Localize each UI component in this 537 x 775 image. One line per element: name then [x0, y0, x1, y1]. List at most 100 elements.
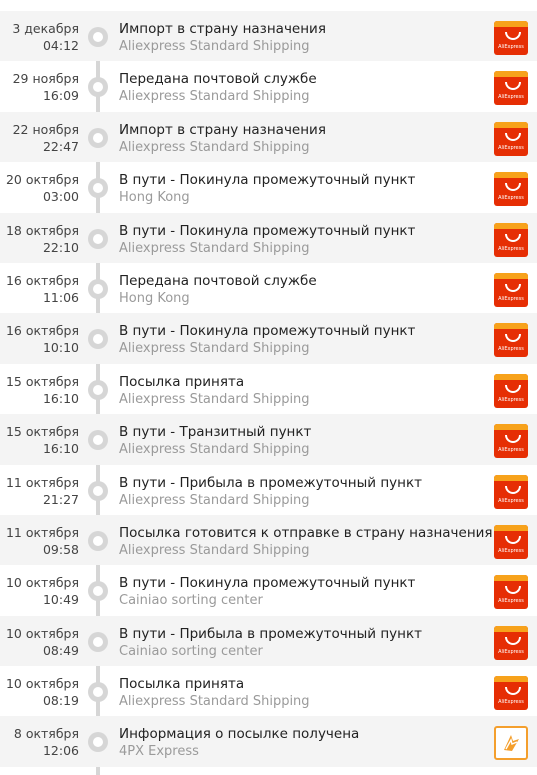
- event-date: 16 октября: [5, 323, 79, 339]
- timeline-dot-icon: [88, 178, 108, 199]
- logo-text: AliExpress: [498, 497, 524, 504]
- timeline-dot-icon: [88, 77, 108, 98]
- event-status: В пути - Транзитный пункт: [119, 424, 312, 441]
- tracking-event-list: 3 декабря 04:12 Импорт в страну назначен…: [0, 11, 537, 767]
- logo-text: AliExpress: [498, 195, 524, 202]
- timeline-dot-icon: [88, 530, 108, 551]
- event-info: Посылка готовится к отправке в страну на…: [119, 524, 493, 560]
- tracking-event-row: 16 октября 11:06 Передана почтовой служб…: [0, 263, 537, 313]
- aliexpress-logo-icon: AliExpress: [494, 222, 528, 257]
- aliexpress-logo-icon: AliExpress: [494, 71, 528, 106]
- event-date: 16 октября: [5, 272, 79, 288]
- event-status: Импорт в страну назначения: [119, 21, 326, 37]
- event-status: Передана почтовой службе: [119, 71, 317, 88]
- event-date: 8 октября: [13, 726, 79, 742]
- event-info: Импорт в страну назначения Aliexpress St…: [119, 20, 477, 56]
- logo-text: AliExpress: [498, 648, 524, 655]
- aliexpress-logo-icon: AliExpress: [494, 625, 528, 660]
- event-time: 16:10: [42, 390, 79, 406]
- tracking-event-row: 10 октября 08:49 В пути - Прибыла в пром…: [0, 615, 537, 667]
- event-time: 04:12: [42, 38, 79, 53]
- tracking-event-row: 15 октября 16:10 Посылка принята Aliexpr…: [0, 364, 537, 414]
- event-datetime: 15 октября 16:10: [0, 423, 79, 457]
- event-location: Aliexpress Standard Shipping: [119, 139, 310, 155]
- event-datetime: 10 октября 10:49: [0, 574, 79, 608]
- event-info: Посылка принята Aliexpress Standard Ship…: [119, 373, 477, 409]
- logo-text: AliExpress: [498, 94, 524, 101]
- event-location: Aliexpress Standard Shipping: [119, 391, 310, 407]
- timeline-dot-icon: [88, 631, 108, 652]
- event-datetime: 16 октября 11:06: [0, 272, 79, 306]
- event-date: 22 ноября: [12, 121, 79, 137]
- logo-text: AliExpress: [498, 447, 524, 454]
- event-datetime: 15 октября 16:10: [0, 373, 79, 407]
- event-location: Hong Kong: [119, 190, 190, 206]
- event-time: 10:10: [42, 340, 79, 356]
- event-date: 15 октября: [5, 424, 79, 440]
- event-datetime: 16 октября 10:10: [0, 322, 79, 356]
- event-status: В пути - Покинула промежуточный пункт: [119, 222, 416, 239]
- event-info: Импорт в страну назначения Aliexpress St…: [119, 121, 477, 157]
- tracking-event-row: 16 октября 10:10 В пути - Покинула проме…: [0, 313, 537, 364]
- event-time: 12:06: [42, 743, 79, 759]
- event-time: 16:10: [42, 441, 79, 457]
- event-location: Cainiao sorting center: [119, 593, 263, 609]
- event-time: 09:58: [42, 541, 79, 557]
- event-info: В пути - Покинула промежуточный пункт Ca…: [119, 574, 477, 610]
- event-info: Передана почтовой службе Aliexpress Stan…: [119, 70, 477, 106]
- event-status: Передана почтовой службе: [119, 272, 317, 289]
- event-date: 18 октября: [5, 222, 79, 238]
- event-status: В пути - Покинула промежуточный пункт: [119, 575, 416, 592]
- event-date: 10 октября: [5, 625, 79, 641]
- event-location: Aliexpress Standard Shipping: [119, 341, 310, 357]
- event-datetime: 11 октября 21:27: [0, 474, 79, 508]
- event-time: 11:06: [42, 289, 79, 305]
- event-date: 20 октября: [5, 172, 79, 188]
- event-location: Aliexpress Standard Shipping: [119, 39, 310, 54]
- timeline-dot-icon: [88, 379, 108, 400]
- event-info: Посылка принята Aliexpress Standard Ship…: [119, 675, 477, 711]
- tracking-event-row: 29 ноября 16:09 Передана почтовой службе…: [0, 61, 537, 111]
- event-datetime: 10 октября 08:49: [0, 625, 79, 659]
- aliexpress-logo-icon: AliExpress: [494, 373, 528, 408]
- logo-text: AliExpress: [498, 144, 524, 151]
- timeline-dot-icon: [88, 228, 108, 249]
- tracking-event-row: 11 октября 09:58 Посылка готовится к отп…: [0, 514, 537, 566]
- timeline-dot-icon: [88, 682, 108, 703]
- event-date: 15 октября: [5, 373, 79, 389]
- event-status: Посылка принята: [119, 676, 245, 693]
- event-location: Aliexpress Standard Shipping: [119, 542, 310, 558]
- event-time: 03:00: [42, 189, 79, 205]
- event-status: Информация о посылке получена: [119, 726, 360, 743]
- event-date: 10 октября: [5, 575, 79, 591]
- aliexpress-logo-icon: AliExpress: [494, 524, 528, 559]
- timeline-dot-icon: [88, 278, 108, 299]
- event-datetime: 29 ноября 16:09: [0, 70, 79, 104]
- event-datetime: 3 декабря 04:12: [0, 20, 79, 54]
- logo-text: AliExpress: [498, 295, 524, 302]
- event-info: В пути - Покинула промежуточный пункт Al…: [119, 322, 477, 358]
- aliexpress-logo-icon: AliExpress: [494, 676, 528, 711]
- event-time: 22:10: [42, 239, 79, 255]
- tracking-event-row: 15 октября 16:10 В пути - Транзитный пун…: [0, 414, 537, 465]
- event-info: В пути - Прибыла в промежуточный пункт A…: [119, 474, 477, 510]
- aliexpress-logo-icon: AliExpress: [494, 272, 528, 307]
- tracking-event-row: 20 октября 03:00 В пути - Покинула проме…: [0, 162, 537, 212]
- event-location: Hong Kong: [119, 290, 190, 306]
- timeline-dot-icon: [88, 581, 108, 602]
- event-location: Aliexpress Standard Shipping: [119, 89, 310, 105]
- timeline-dot-icon: [88, 27, 108, 47]
- aliexpress-logo-icon: AliExpress: [494, 424, 528, 459]
- aliexpress-logo-icon: AliExpress: [494, 21, 528, 55]
- event-datetime: 20 октября 03:00: [0, 171, 79, 205]
- timeline-dot-icon: [88, 430, 108, 451]
- logo-text: AliExpress: [498, 396, 524, 403]
- event-location: Cainiao sorting center: [119, 643, 263, 659]
- timeline-dot-icon: [88, 480, 108, 501]
- event-info: В пути - Прибыла в промежуточный пункт C…: [119, 625, 477, 661]
- timeline-dot-icon: [88, 329, 108, 350]
- event-location: Aliexpress Standard Shipping: [119, 240, 310, 256]
- tracking-event-row: 10 октября 08:19 Посылка принята Aliexpr…: [0, 666, 537, 716]
- event-info: В пути - Покинула промежуточный пункт Al…: [119, 222, 477, 258]
- logo-text: AliExpress: [498, 346, 524, 353]
